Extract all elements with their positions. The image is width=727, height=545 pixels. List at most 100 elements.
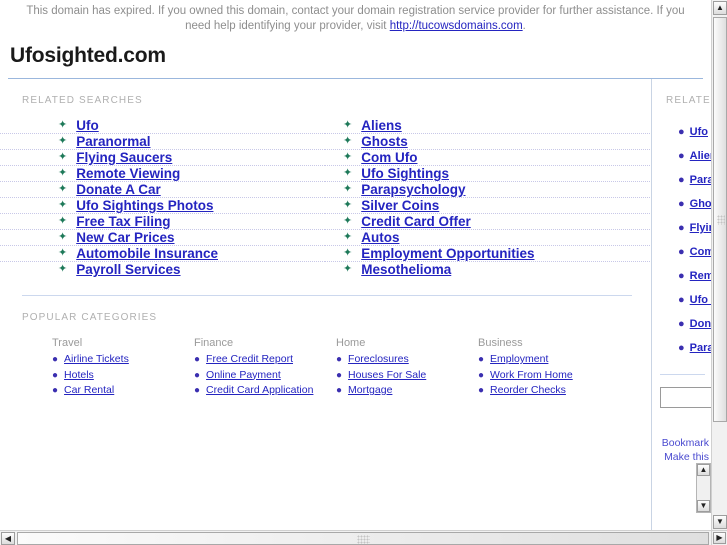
category-list: ● Employment ● Work From Home ● Reorder Check…	[478, 353, 620, 396]
related-search-link[interactable]: Credit Card Offer	[361, 214, 471, 229]
list-item: ● Work From Home	[478, 369, 620, 381]
related-search-cell: ✦ Free Tax Filing	[0, 214, 325, 230]
right-related-link[interactable]: Ghosts	[690, 198, 711, 210]
right-pane-scroll-down-button[interactable]: ▼	[697, 500, 710, 512]
related-search-cell: ✦ Employment Opportunities	[325, 246, 650, 262]
list-item: ● Houses For Sale	[336, 369, 478, 381]
list-item: ● Flying Saucers	[678, 216, 711, 240]
list-item: ● Online Payment	[194, 369, 336, 381]
right-related-link[interactable]: Remote Viewing	[690, 270, 711, 282]
related-search-row: ✦ Flying Saucers ✦ Com Ufo	[0, 150, 650, 166]
list-item: ● Airline Tickets	[52, 353, 194, 365]
category-link[interactable]: Employment	[490, 353, 548, 365]
related-search-link[interactable]: Silver Coins	[361, 198, 439, 213]
tucowsdomains-link[interactable]: http://tucowsdomains.com	[390, 20, 523, 32]
right-related-link[interactable]: Parapsychology	[690, 342, 711, 354]
related-search-cell: ✦ Ghosts	[325, 134, 650, 150]
dot-bullet-icon: ●	[336, 385, 343, 396]
related-search-row: ✦ Ufo ✦ Aliens	[0, 118, 650, 134]
related-search-link[interactable]: Com Ufo	[361, 150, 417, 165]
scroll-up-button[interactable]: ▲	[713, 1, 727, 15]
right-pane-scrollbar[interactable]: ▲ ▼	[696, 463, 711, 513]
related-search-link[interactable]: Remote Viewing	[76, 166, 180, 181]
list-item: ● Mortgage	[336, 384, 478, 396]
star-bullet-icon: ✦	[343, 151, 353, 163]
related-search-link[interactable]: Automobile Insurance	[76, 246, 218, 261]
star-bullet-icon: ✦	[343, 167, 353, 179]
related-search-link[interactable]: Employment Opportunities	[361, 246, 534, 261]
list-item: ● Ufo Sightings	[678, 288, 711, 312]
related-search-link[interactable]: Free Tax Filing	[76, 214, 170, 229]
category-link[interactable]: Credit Card Application	[206, 384, 313, 396]
right-pane-scroll-up-button[interactable]: ▲	[697, 464, 710, 476]
scroll-right-button[interactable]: ▶	[713, 532, 726, 544]
category-link[interactable]: Online Payment	[206, 369, 281, 381]
category-link[interactable]: Airline Tickets	[64, 353, 129, 365]
star-bullet-icon: ✦	[343, 183, 353, 195]
related-search-link[interactable]: Ufo Sightings Photos	[76, 198, 213, 213]
star-bullet-icon: ✦	[58, 135, 68, 147]
search-input[interactable]	[660, 387, 711, 408]
category-link[interactable]: Hotels	[64, 369, 94, 381]
footer-link[interactable]: Bookmark	[652, 436, 709, 450]
right-related-link[interactable]: Flying Saucers	[690, 222, 711, 234]
page-title: Ufosighted.com	[10, 44, 166, 67]
related-search-link[interactable]: Ufo Sightings	[361, 166, 449, 181]
arrow-up-icon: ▲	[716, 3, 724, 12]
star-bullet-icon: ✦	[343, 231, 353, 243]
scroll-left-button[interactable]: ◀	[1, 532, 15, 545]
list-item: ● Com Ufo	[678, 240, 711, 264]
category-link[interactable]: Car Rental	[64, 384, 114, 396]
right-related-link[interactable]: Paranormal	[690, 174, 711, 186]
right-related-link[interactable]: Aliens	[690, 150, 711, 162]
related-search-cell: ✦ New Car Prices	[0, 230, 325, 246]
scrollbar-corner: ▶	[711, 530, 727, 545]
right-related-link[interactable]: Com Ufo	[690, 246, 711, 258]
popular-categories-label: POPULAR CATEGORIES	[22, 312, 158, 323]
dot-bullet-icon: ●	[478, 354, 485, 365]
vertical-scroll-thumb[interactable]	[713, 17, 727, 422]
related-search-link[interactable]: Ufo	[76, 118, 99, 133]
category-link[interactable]: Work From Home	[490, 369, 573, 381]
right-related-link[interactable]: Donate A Car	[690, 318, 711, 330]
list-item: ● Reorder Checks	[478, 384, 620, 396]
footer-link[interactable]: Make this	[652, 450, 709, 464]
category-link[interactable]: Mortgage	[348, 384, 392, 396]
horizontal-scroll-thumb[interactable]	[17, 532, 709, 545]
browser-viewport: This domain has expired. If you owned th…	[0, 0, 727, 545]
related-search-cell: ✦ Paranormal	[0, 134, 325, 150]
related-search-link[interactable]: Ghosts	[361, 134, 408, 149]
list-item: ● Ghosts	[678, 192, 711, 216]
related-search-cell: ✦ Credit Card Offer	[325, 214, 650, 230]
category-link[interactable]: Reorder Checks	[490, 384, 566, 396]
domain-expired-banner: This domain has expired. If you owned th…	[0, 0, 711, 36]
category-link[interactable]: Free Credit Report	[206, 353, 293, 365]
related-search-link[interactable]: New Car Prices	[76, 230, 174, 245]
star-bullet-icon: ✦	[58, 167, 68, 179]
related-search-link[interactable]: Aliens	[361, 118, 402, 133]
related-search-cell: ✦ Automobile Insurance	[0, 246, 325, 262]
horizontal-scrollbar[interactable]: ◀	[0, 530, 711, 545]
star-bullet-icon: ✦	[343, 119, 353, 131]
vertical-scrollbar[interactable]: ▲ ▼	[711, 0, 727, 530]
scroll-down-button[interactable]: ▼	[713, 515, 727, 529]
arrow-left-icon: ◀	[4, 533, 12, 543]
list-item: ● Parapsychology	[678, 336, 711, 360]
related-search-link[interactable]: Mesothelioma	[361, 262, 451, 277]
related-search-link[interactable]: Payroll Services	[76, 262, 180, 277]
related-search-link[interactable]: Donate A Car	[76, 182, 161, 197]
related-search-link[interactable]: Paranormal	[76, 134, 150, 149]
related-searches-label: RELATED SEARCHES	[22, 95, 143, 106]
related-search-link[interactable]: Parapsychology	[361, 182, 465, 197]
related-search-link[interactable]: Flying Saucers	[76, 150, 172, 165]
category-link[interactable]: Foreclosures	[348, 353, 409, 365]
dot-bullet-icon: ●	[678, 197, 685, 210]
star-bullet-icon: ✦	[58, 183, 68, 195]
dot-bullet-icon: ●	[678, 341, 685, 354]
right-related-link[interactable]: Ufo Sightings	[690, 294, 711, 306]
right-related-link[interactable]: Ufo	[690, 126, 708, 138]
related-search-link[interactable]: Autos	[361, 230, 399, 245]
arrow-up-icon: ▲	[699, 465, 708, 474]
arrow-right-icon: ▶	[716, 533, 723, 542]
category-link[interactable]: Houses For Sale	[348, 369, 426, 381]
